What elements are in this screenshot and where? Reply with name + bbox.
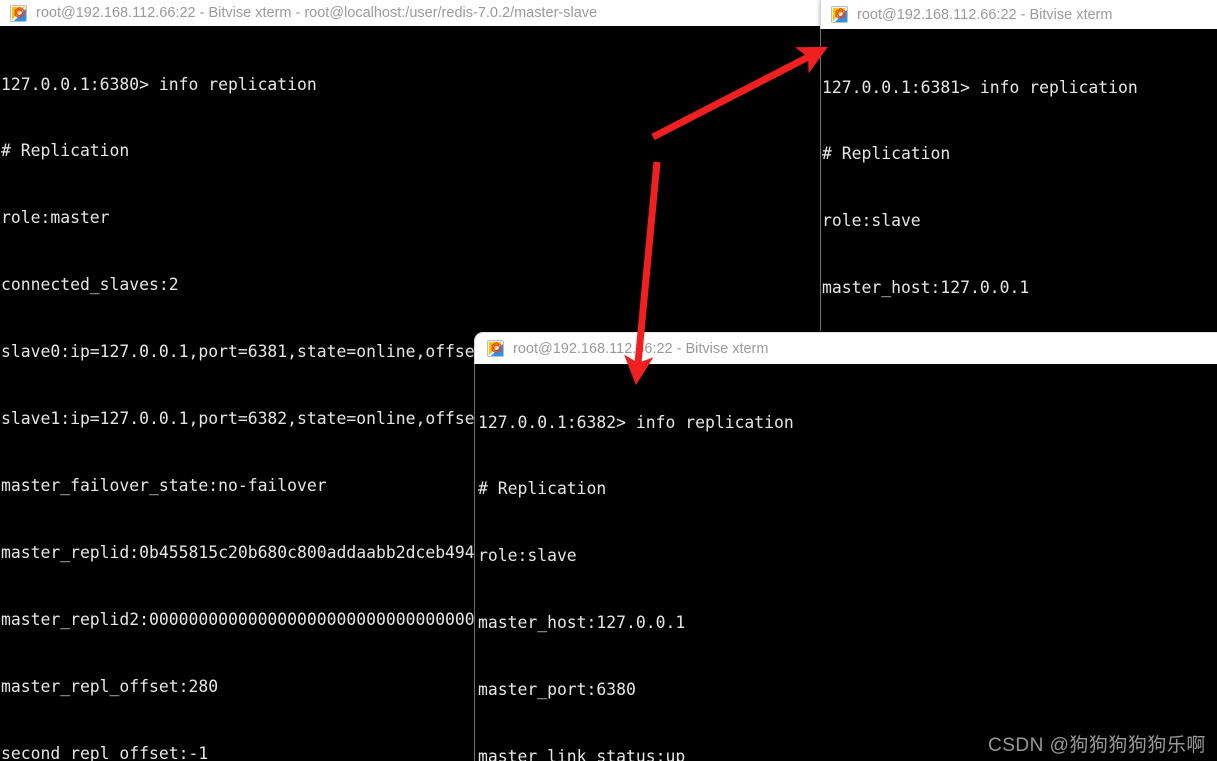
terminal-line: # Replication: [822, 144, 951, 164]
terminal-output-slave-6381[interactable]: 127.0.0.1:6381> info replication # Repli…: [820, 29, 1217, 331]
terminal-window-slave-6381[interactable]: ⏣ root@192.168.112.66:22 - Bitvise xterm…: [820, 0, 1217, 331]
titlebar-slave-6381[interactable]: ⏣ root@192.168.112.66:22 - Bitvise xterm: [820, 0, 1217, 29]
bitvise-xterm-icon: ⏣: [831, 6, 848, 23]
titlebar-slave-6381-text: root@192.168.112.66:22 - Bitvise xterm: [857, 6, 1113, 23]
csdn-watermark: CSDN @狗狗狗狗狗乐啊: [988, 735, 1206, 756]
terminal-line: # Replication: [478, 479, 607, 499]
terminal-line: 127.0.0.1:6381> info replication: [822, 77, 1138, 97]
terminal-line: master_host:127.0.0.1: [822, 278, 1030, 298]
terminal-line: master_port:6380: [478, 680, 636, 700]
bitvise-xterm-icon: ⏣: [10, 4, 27, 22]
terminal-line: master_host:127.0.0.1: [478, 613, 686, 633]
terminal-output-slave-6382[interactable]: 127.0.0.1:6382> info replication # Repli…: [474, 364, 1217, 761]
terminal-window-slave-6382[interactable]: ⏣ root@192.168.112.66:22 - Bitvise xterm…: [474, 332, 1217, 761]
titlebar-slave-6382[interactable]: ⏣ root@192.168.112.66:22 - Bitvise xterm: [474, 332, 1217, 364]
titlebar-slave-6382-text: root@192.168.112.66:22 - Bitvise xterm: [513, 340, 769, 357]
terminal-line: role:slave: [478, 546, 577, 566]
bitvise-xterm-icon: ⏣: [487, 340, 504, 357]
terminal-line: 127.0.0.1:6382> info replication: [478, 412, 794, 432]
titlebar-master-text: root@192.168.112.66:22 - Bitvise xterm -…: [36, 5, 598, 21]
terminal-line: role:slave: [822, 211, 921, 231]
